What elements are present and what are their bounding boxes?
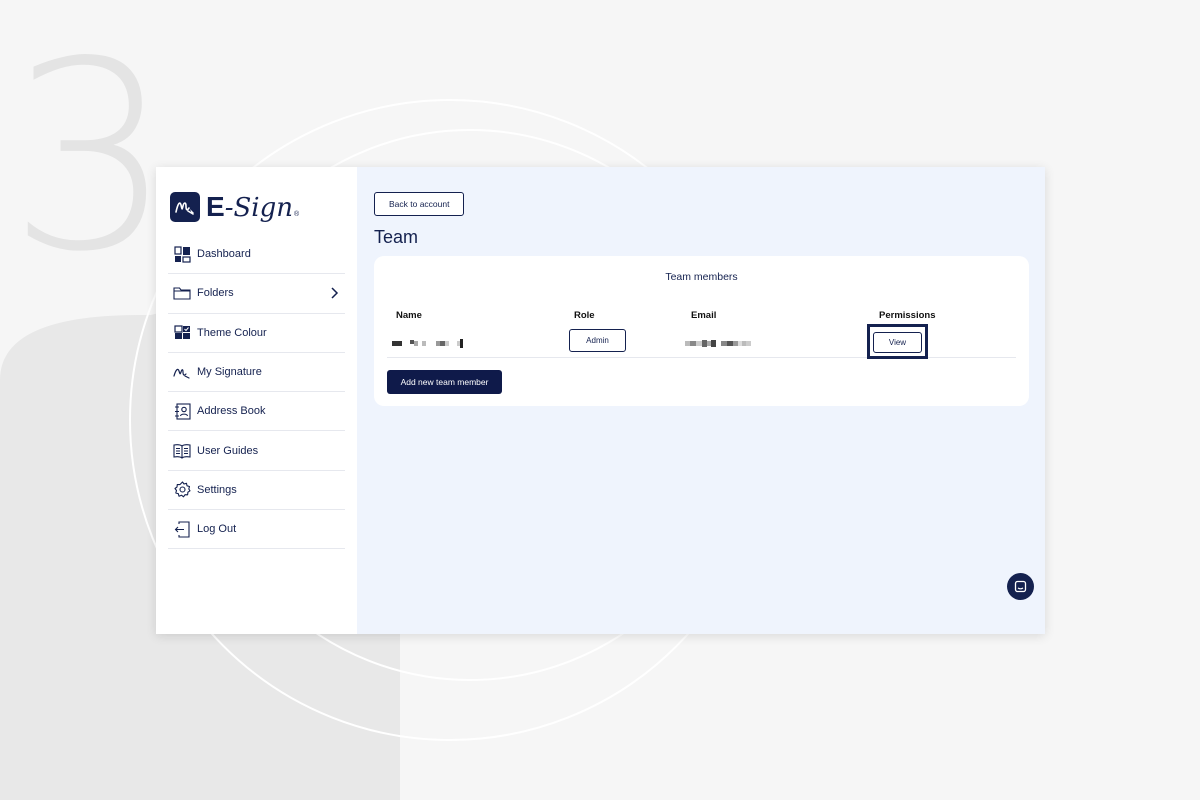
sidebar-item-theme-colour[interactable]: Theme Colour	[168, 314, 345, 353]
gear-icon	[173, 481, 191, 499]
back-to-account-button[interactable]: Back to account	[374, 192, 465, 216]
sidebar-item-label: Settings	[197, 483, 237, 496]
page-title: Team	[374, 227, 419, 247]
sidebar-item-user-guides[interactable]: User Guides	[168, 431, 345, 471]
logo-sign: -Sign	[224, 193, 293, 223]
column-header-role: Role	[574, 310, 595, 321]
sidebar-item-label: User Guides	[197, 444, 259, 457]
redacted-email	[685, 339, 751, 348]
sidebar-item-my-signature[interactable]: My Signature	[168, 353, 345, 393]
card-title: Team members	[665, 271, 738, 283]
table-row: Admin View	[387, 324, 1016, 359]
redacted-name	[392, 339, 463, 348]
logo-wordmark: E -Sign ®	[206, 191, 300, 223]
column-header-name: Name	[396, 310, 422, 321]
main-content: Back to account Team Team members Name R…	[357, 167, 1045, 634]
sidebar-item-label: Dashboard	[197, 248, 251, 261]
column-header-email: Email	[691, 310, 717, 321]
chevron-right-icon[interactable]	[327, 286, 341, 300]
sidebar-item-label: Log Out	[197, 523, 237, 536]
sidebar-item-settings[interactable]: Settings	[168, 471, 345, 511]
address-book-icon	[173, 402, 191, 420]
logo-trademark: ®	[294, 211, 300, 218]
permissions-highlight: View	[867, 324, 928, 359]
folder-icon	[173, 284, 191, 302]
dashboard-icon	[173, 245, 191, 263]
step-number: 3	[8, 7, 174, 309]
theme-colour-icon	[173, 324, 191, 342]
sidebar-item-label: Folders	[197, 287, 234, 300]
view-permissions-button[interactable]: View	[873, 332, 922, 353]
sidebar-item-dashboard[interactable]: Dashboard	[168, 235, 345, 275]
sidebar-nav: Dashboard Folders Theme Colour My Signat…	[168, 235, 345, 550]
sidebar-item-address-book[interactable]: Address Book	[168, 392, 345, 432]
sidebar-item-label: My Signature	[197, 366, 262, 379]
user-guides-icon	[173, 442, 191, 460]
log-out-icon	[173, 520, 191, 538]
sidebar-item-label: Theme Colour	[197, 326, 267, 339]
logo-e: E	[206, 191, 225, 222]
chat-support-button[interactable]	[1007, 573, 1034, 600]
sidebar: E -Sign ® Dashboard Folders Theme Colour…	[156, 167, 357, 634]
esign-logo[interactable]: E -Sign ®	[170, 187, 345, 227]
role-admin-button[interactable]: Admin	[569, 329, 626, 352]
team-members-card: Team members Name Role Email Permissions	[374, 256, 1029, 406]
sidebar-item-label: Address Book	[197, 405, 266, 418]
sidebar-item-folders[interactable]: Folders	[168, 274, 345, 314]
add-team-member-button[interactable]: Add new team member	[387, 370, 502, 394]
app-window: E -Sign ® Dashboard Folders Theme Colour…	[156, 167, 1045, 634]
sidebar-item-log-out[interactable]: Log Out	[168, 510, 345, 550]
chat-icon	[1014, 580, 1027, 593]
team-members-table: Name Role Email Permissions Admin View	[387, 310, 1016, 366]
signature-icon	[173, 363, 191, 381]
column-header-permissions: Permissions	[879, 310, 936, 321]
logo-mark-icon	[170, 192, 200, 222]
